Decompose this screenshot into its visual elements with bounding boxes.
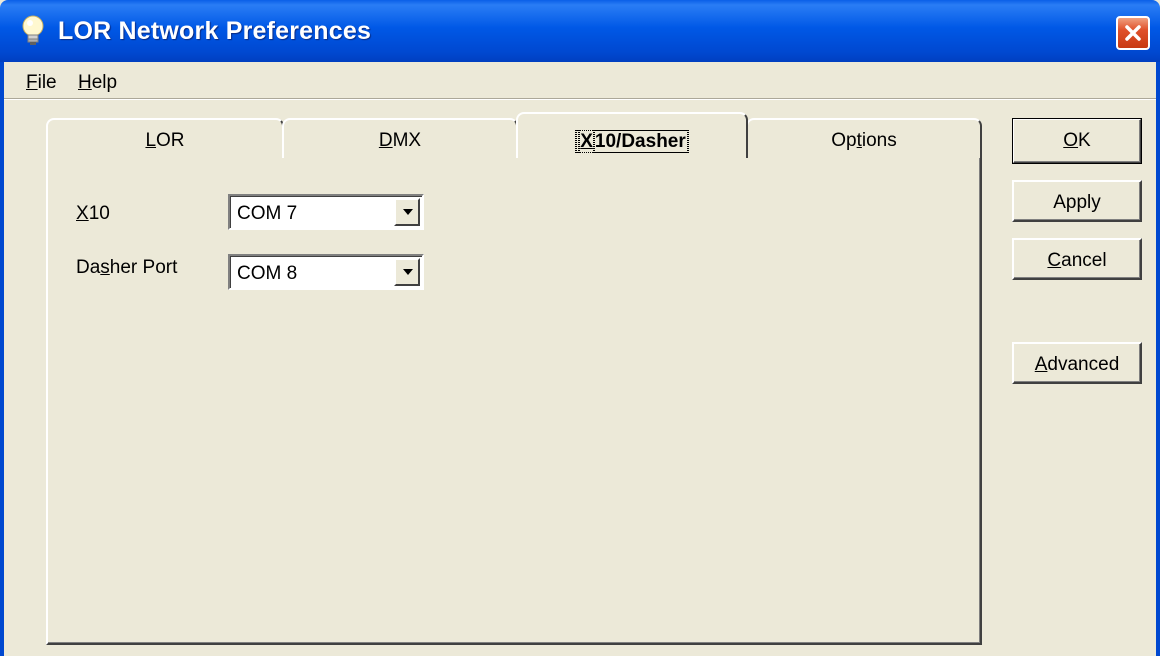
ok-mnemonic: O [1063, 130, 1079, 151]
advanced-label: dvanced [1047, 354, 1120, 375]
ok-label: K [1078, 130, 1091, 151]
dasher-port-label: Dasher Port [76, 257, 177, 279]
menu-help[interactable]: Help [78, 72, 117, 94]
advanced-button[interactable]: Advanced [1012, 342, 1142, 384]
window-frame-left [0, 62, 4, 656]
tab-x10-dasher-focus: X 10/Dasher [575, 130, 689, 153]
apply-button[interactable]: Apply [1012, 180, 1142, 222]
tab-dmx-label: MX [392, 130, 422, 151]
menu-help-label: elp [91, 72, 118, 93]
tab-lor[interactable]: LOR [46, 118, 284, 158]
tab-lor-mnemonic: L [145, 130, 157, 151]
x10-dropdown-button[interactable] [394, 198, 420, 226]
window-frame-right [1156, 62, 1160, 656]
dasher-label-mnemonic: s [100, 257, 110, 278]
tab-dmx[interactable]: DMX [282, 118, 518, 158]
tab-options-label: ions [861, 130, 897, 151]
dasher-port-value: COM 8 [237, 263, 298, 284]
x10-port-select[interactable]: COM 7 [228, 194, 424, 230]
x10-label-mnemonic: X [76, 203, 89, 224]
close-button[interactable] [1116, 16, 1150, 50]
cancel-button[interactable]: Cancel [1012, 238, 1142, 280]
tab-panel [46, 155, 982, 645]
window-title: LOR Network Preferences [58, 17, 372, 45]
menu-separator [4, 98, 1156, 100]
cancel-label: ancel [1061, 250, 1107, 271]
tab-lor-label: OR [156, 130, 185, 151]
dasher-label-pre: Da [76, 257, 101, 278]
dasher-dropdown-button[interactable] [394, 258, 420, 286]
x10-port-value: COM 7 [237, 203, 298, 224]
x10-label-text: 10 [88, 203, 110, 224]
dasher-label-text: her Port [109, 257, 178, 278]
tab-options-pre: Op [831, 130, 857, 151]
tab-dmx-mnemonic: D [378, 130, 393, 151]
lightbulb-icon [18, 14, 48, 48]
tab-x10-dasher-label: 10/Dasher [592, 130, 688, 153]
ok-button[interactable]: OK [1012, 118, 1142, 164]
dasher-port-select[interactable]: COM 8 [228, 254, 424, 290]
cancel-mnemonic: C [1047, 250, 1062, 271]
title-bar[interactable]: LOR Network Preferences [0, 0, 1160, 62]
tab-x10-dasher-mnemonic: X [578, 130, 595, 153]
apply-label: Apply [1053, 192, 1101, 213]
menu-file[interactable]: File [26, 72, 57, 94]
tab-x10-dasher[interactable]: X 10/Dasher [516, 112, 748, 158]
menu-file-label: ile [37, 72, 57, 93]
tab-options[interactable]: Options [746, 118, 982, 158]
menu-help-mnemonic: H [78, 72, 92, 93]
menu-file-mnemonic: F [26, 72, 38, 93]
x10-label: X10 [76, 203, 110, 225]
menu-bar: File Help [4, 64, 1156, 98]
advanced-mnemonic: A [1034, 354, 1048, 375]
